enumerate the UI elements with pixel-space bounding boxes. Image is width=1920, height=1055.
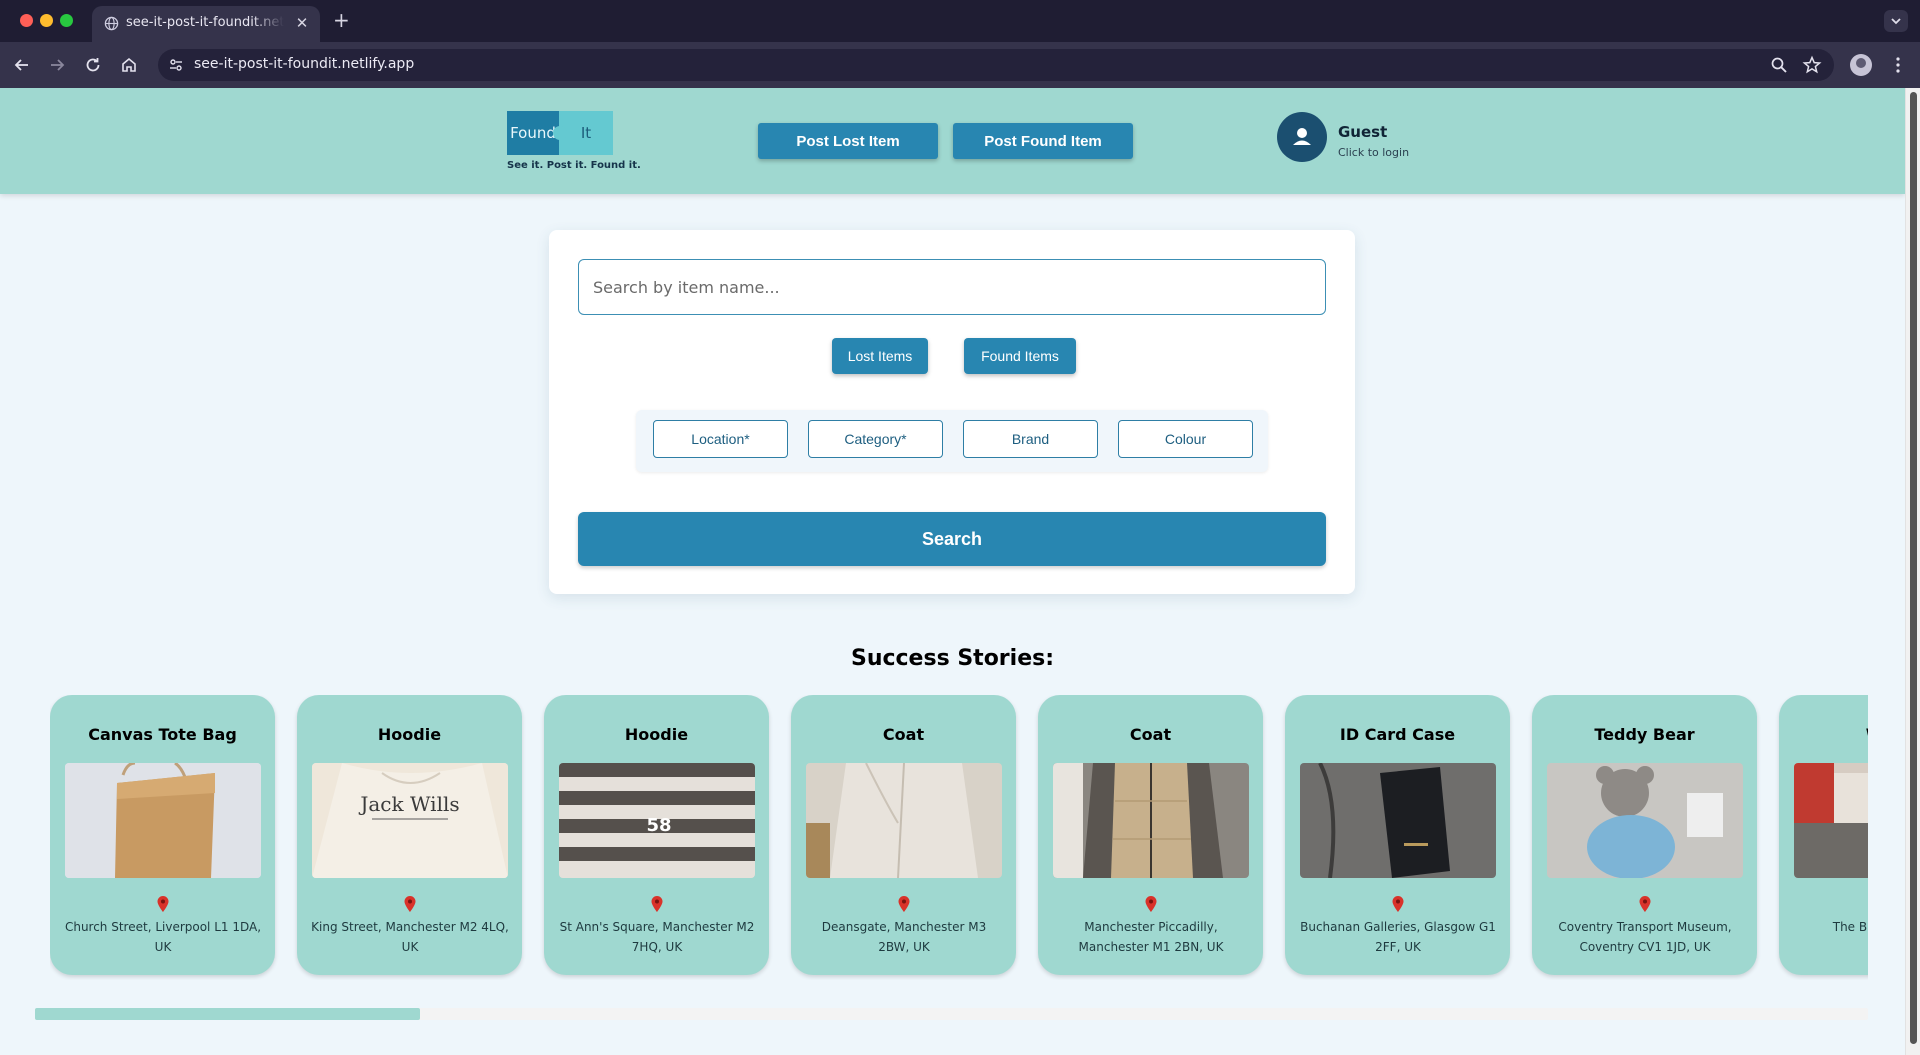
location-pin-icon	[404, 896, 416, 912]
puffer-coat-photo	[1053, 763, 1249, 878]
success-stories-heading: Success Stories:	[850, 646, 1055, 671]
story-card-location: The Broadwa	[1832, 920, 1868, 934]
user-avatar[interactable]	[1277, 112, 1327, 162]
svg-text:58: 58	[646, 815, 671, 836]
forward-icon[interactable]	[46, 54, 68, 76]
striped-hoodie-photo: 58	[559, 763, 755, 878]
story-card[interactable]: Canvas Tote Bag Church Street, Liverpool…	[50, 695, 275, 975]
logo-found-text: Found	[507, 111, 559, 155]
found-it-logo[interactable]: Found It See it. Post it. Found it.	[507, 111, 641, 171]
search-input[interactable]	[578, 259, 1326, 315]
story-card-title: Coat	[882, 725, 925, 744]
colour-filter-button[interactable]: Colour	[1118, 420, 1253, 458]
filter-panel: Location* Category* Brand Colour	[636, 410, 1268, 472]
site-header: Found It See it. Post it. Found it. Post…	[0, 88, 1905, 194]
logo-it-text: It	[559, 111, 613, 155]
browser-tab[interactable]: see-it-post-it-foundit.netlify.app ✕	[92, 6, 320, 42]
teddy-bear-photo	[1547, 763, 1743, 878]
story-card-title: ID Card Case	[1339, 725, 1456, 744]
tab-title: see-it-post-it-foundit.netlify.app	[126, 15, 284, 30]
svg-text:Jack Wills: Jack Wills	[358, 792, 459, 816]
story-card-location: Coventry Transport Museum, Coventry CV1 …	[1558, 920, 1732, 954]
chevron-down-icon	[1891, 18, 1901, 25]
story-card-title: Teddy Bear	[1594, 725, 1695, 744]
brand-filter-button[interactable]: Brand	[963, 420, 1098, 458]
watch-photo	[1794, 763, 1868, 878]
story-card-title: Wat	[1771, 725, 1868, 744]
reload-icon[interactable]	[82, 54, 104, 76]
story-card-location: St Ann's Square, Manchester M2 7HQ, UK	[559, 920, 755, 954]
success-stories-carousel[interactable]: Canvas Tote Bag Church Street, Liverpool…	[50, 695, 1868, 980]
new-tab-icon[interactable]: +	[333, 9, 350, 31]
page-scrollbar-thumb[interactable]	[1910, 92, 1917, 1044]
home-icon[interactable]	[118, 54, 140, 76]
maximize-window-icon[interactable]	[60, 14, 73, 27]
location-pin-icon	[157, 896, 169, 912]
puzzle-notch	[553, 126, 567, 140]
page-viewport: Found It See it. Post it. Found it. Post…	[0, 88, 1905, 1055]
carousel-scrollbar[interactable]	[35, 1008, 1868, 1020]
tab-search-button[interactable]	[1884, 10, 1908, 32]
beige-coat-photo	[806, 763, 1002, 878]
location-pin-icon	[1392, 896, 1404, 912]
found-items-toggle[interactable]: Found Items	[964, 338, 1076, 374]
browser-tab-bar: see-it-post-it-foundit.netlify.app ✕ +	[0, 0, 1920, 42]
search-button[interactable]: Search	[578, 512, 1326, 566]
story-card-title: Canvas Tote Bag	[88, 725, 237, 744]
story-card-location: King Street, Manchester M2 4LQ, UK	[311, 920, 509, 954]
post-lost-item-button[interactable]: Post Lost Item	[758, 123, 938, 159]
back-icon[interactable]	[11, 54, 33, 76]
url-text[interactable]: see-it-post-it-foundit.netlify.app	[194, 56, 414, 72]
tote-bag-photo	[65, 763, 261, 878]
close-tab-icon[interactable]: ✕	[294, 15, 310, 31]
close-window-icon[interactable]	[20, 14, 33, 27]
address-bar[interactable]: see-it-post-it-foundit.netlify.app	[158, 49, 1834, 81]
location-pin-icon	[898, 896, 910, 912]
zoom-icon[interactable]	[1768, 54, 1790, 76]
story-card-location: Manchester Piccadilly, Manchester M1 2BN…	[1078, 920, 1224, 954]
story-card[interactable]: Wat The Broadwa	[1779, 695, 1868, 975]
story-card-location: Deansgate, Manchester M3 2BW, UK	[821, 920, 987, 954]
location-pin-icon	[1145, 896, 1157, 912]
story-card[interactable]: ID Card Case Buchanan Galleries, Glasgow…	[1285, 695, 1510, 975]
globe-icon	[104, 16, 119, 31]
id-card-case-photo	[1300, 763, 1496, 878]
location-filter-button[interactable]: Location*	[653, 420, 788, 458]
location-pin-icon	[651, 896, 663, 912]
story-card-location: Buchanan Galleries, Glasgow G1 2FF, UK	[1300, 920, 1496, 954]
story-card[interactable]: Hoodie Jack Wills King Street, Mancheste…	[297, 695, 522, 975]
post-found-item-button[interactable]: Post Found Item	[953, 123, 1133, 159]
page-scrollbar[interactable]	[1905, 88, 1920, 1055]
white-hoodie-photo: Jack Wills	[312, 763, 508, 878]
story-card[interactable]: Hoodie 58 St Ann's Square, Manchester M2…	[544, 695, 769, 975]
story-card-location: Church Street, Liverpool L1 1DA, UK	[64, 920, 262, 954]
story-card[interactable]: Teddy Bear Coventry Transport Museum, Co…	[1532, 695, 1757, 975]
more-menu-icon[interactable]	[1887, 54, 1909, 76]
profile-avatar[interactable]	[1850, 54, 1872, 76]
search-card: Lost Items Found Items Location* Categor…	[549, 230, 1355, 594]
login-link[interactable]: Click to login	[1338, 146, 1409, 159]
story-card-title: Hoodie	[377, 725, 442, 744]
story-card[interactable]: Coat Manchester Piccadilly, Manchester M…	[1038, 695, 1263, 975]
minimize-window-icon[interactable]	[40, 14, 53, 27]
story-card-title: Coat	[1129, 725, 1172, 744]
logo-tagline: See it. Post it. Found it.	[507, 160, 641, 171]
site-info-icon[interactable]	[168, 57, 184, 73]
carousel-scrollbar-thumb[interactable]	[35, 1008, 420, 1020]
browser-toolbar: see-it-post-it-foundit.netlify.app	[0, 42, 1920, 88]
user-icon	[1293, 128, 1311, 145]
lost-items-toggle[interactable]: Lost Items	[832, 338, 928, 374]
category-filter-button[interactable]: Category*	[808, 420, 943, 458]
user-name[interactable]: Guest	[1338, 123, 1387, 141]
story-card-title: Hoodie	[624, 725, 689, 744]
location-pin-icon	[1639, 896, 1651, 912]
bookmark-star-icon[interactable]	[1801, 54, 1823, 76]
story-card[interactable]: Coat Deansgate, Manchester M3 2BW, UK	[791, 695, 1016, 975]
